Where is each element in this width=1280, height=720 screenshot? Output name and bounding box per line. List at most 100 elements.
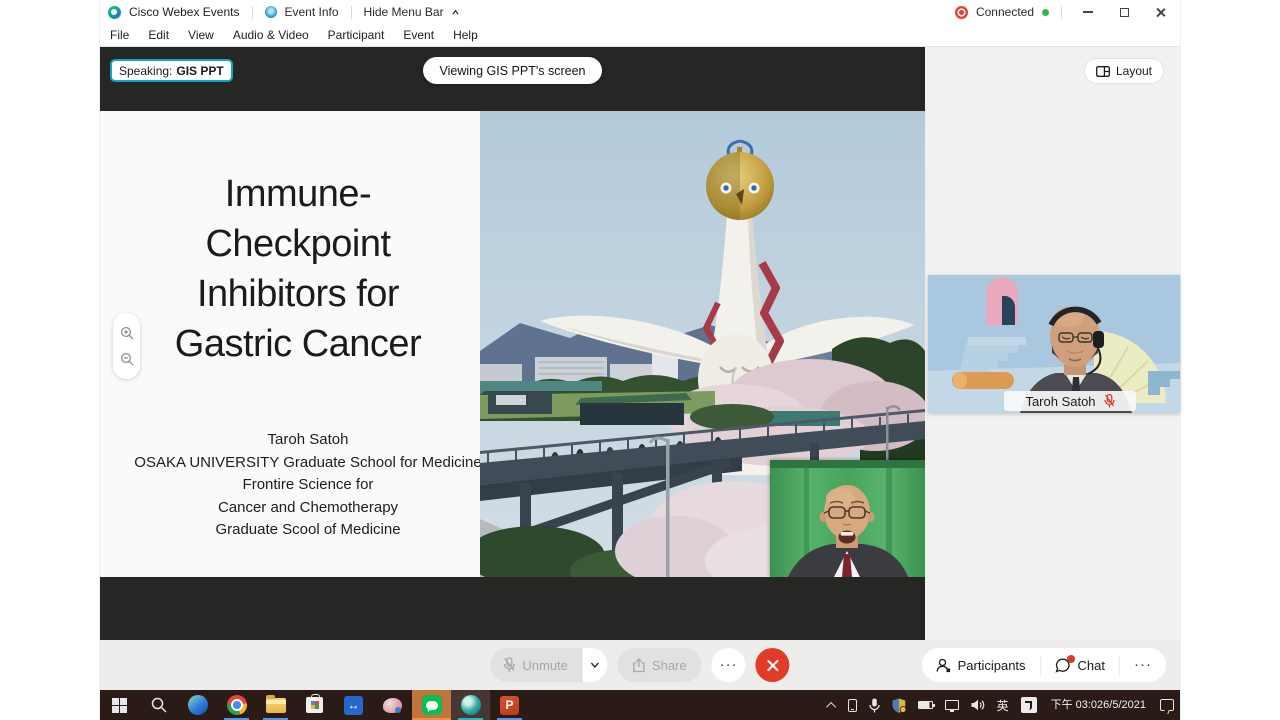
taskbar-teamviewer[interactable]: ↔ [334, 690, 373, 720]
slide-zoom-controls [113, 313, 140, 379]
powerpoint-icon [500, 696, 519, 715]
leave-meeting-button[interactable] [756, 648, 790, 682]
participants-icon [936, 658, 951, 673]
event-info-link[interactable]: Event Info [285, 5, 339, 19]
layout-grid-icon [1096, 66, 1110, 77]
divider [252, 6, 253, 19]
more-panels-button[interactable]: ··· [1120, 648, 1166, 682]
ellipsis-icon: ··· [720, 660, 738, 670]
ellipsis-icon: ··· [1134, 660, 1152, 670]
tray-volume[interactable] [965, 690, 991, 720]
participant-video-thumbnail[interactable]: Taroh Satoh [928, 275, 1180, 413]
windows-logo-icon [112, 698, 127, 713]
webex-app-icon [461, 695, 481, 715]
unmute-button[interactable]: Unmute [490, 648, 581, 682]
chrome-icon [227, 695, 247, 715]
microphone-icon [869, 698, 880, 713]
meeting-area: Speaking: GIS PPT Viewing GIS PPT's scre… [100, 47, 1180, 640]
panels-pill: Participants Chat ··· [922, 648, 1166, 682]
taskbar-chrome[interactable] [217, 690, 256, 720]
taskbar-paint-app[interactable] [373, 690, 412, 720]
taskbar-powerpoint[interactable] [490, 690, 529, 720]
shield-icon [892, 698, 906, 713]
chevron-up-icon [452, 9, 459, 16]
slide-title-line: Inhibitors for [108, 269, 488, 319]
menu-event[interactable]: Event [403, 28, 434, 42]
menu-file[interactable]: File [110, 28, 129, 42]
close-button[interactable] [1146, 1, 1174, 23]
menu-participant[interactable]: Participant [328, 28, 385, 42]
tray-show-hidden-button[interactable] [823, 690, 842, 720]
app-title: Cisco Webex Events [129, 5, 240, 19]
tray-battery[interactable] [912, 690, 939, 720]
participant-name-bar: Taroh Satoh [1004, 391, 1136, 411]
participant-name: Taroh Satoh [1025, 394, 1095, 409]
zoom-out-icon[interactable] [120, 352, 134, 366]
clock-time: 下午 03:02 [1051, 699, 1104, 712]
tray-your-phone[interactable] [842, 690, 863, 720]
event-info-icon [265, 6, 277, 18]
file-explorer-icon [266, 698, 286, 713]
tray-clock[interactable]: 下午 03:02 6/5/2021 [1043, 690, 1154, 720]
slide-text-block: Immune- Checkpoint Inhibitors for Gastri… [108, 111, 488, 542]
hide-menu-bar-link[interactable]: Hide Menu Bar [364, 5, 444, 19]
shared-screen-stage: Speaking: GIS PPT Viewing GIS PPT's scre… [100, 47, 925, 640]
audio-options-dropdown[interactable] [581, 648, 607, 682]
menu-edit[interactable]: Edit [148, 28, 169, 42]
start-button[interactable] [100, 690, 139, 720]
action-center-button[interactable] [1154, 690, 1180, 720]
tray-network[interactable] [939, 690, 965, 720]
share-button[interactable]: Share [617, 648, 702, 682]
edge-icon [188, 695, 208, 715]
menu-help[interactable]: Help [453, 28, 478, 42]
more-options-button[interactable]: ··· [712, 648, 746, 682]
maximize-button[interactable] [1110, 1, 1138, 23]
clock-date: 6/5/2021 [1103, 699, 1146, 712]
taskbar-line[interactable] [412, 690, 451, 720]
search-icon [151, 697, 167, 713]
divider [1061, 6, 1062, 19]
desktop-canvas: Cisco Webex Events Event Info Hide Menu … [0, 0, 1280, 720]
menu-view[interactable]: View [188, 28, 214, 42]
presenter-webcam-video [770, 460, 925, 577]
unmute-button-group: Unmute [490, 648, 607, 682]
tray-ime-language[interactable]: 英 [991, 690, 1015, 720]
participants-button[interactable]: Participants [922, 648, 1040, 682]
speaker-icon [971, 699, 985, 711]
center-controls: Unmute Share ··· [490, 648, 789, 682]
minimize-icon [1083, 11, 1093, 13]
chat-notification-dot [1067, 655, 1075, 663]
teamviewer-icon: ↔ [344, 696, 363, 715]
chat-button[interactable]: Chat [1041, 648, 1119, 682]
taskbar-file-explorer[interactable] [256, 690, 295, 720]
speaking-label: Speaking: [119, 64, 172, 78]
menu-audio-video[interactable]: Audio & Video [233, 28, 309, 42]
share-label: Share [652, 658, 687, 673]
search-button[interactable] [139, 690, 178, 720]
chat-label: Chat [1078, 658, 1105, 673]
maximize-icon [1120, 8, 1129, 17]
zoom-in-icon[interactable] [120, 326, 134, 340]
phone-icon [848, 699, 857, 712]
notification-icon [1160, 699, 1174, 711]
right-controls: Participants Chat ··· [922, 648, 1166, 682]
speaking-name: GIS PPT [176, 64, 223, 78]
meeting-control-bar: Unmute Share ··· [100, 640, 1180, 690]
taskbar-webex[interactable] [451, 690, 490, 720]
taskbar-edge[interactable] [178, 690, 217, 720]
minimize-button[interactable] [1074, 1, 1102, 23]
slide-title-line: Checkpoint [108, 219, 488, 269]
slide-author-line: Cancer and Chemotherapy [128, 497, 488, 520]
share-icon [632, 658, 645, 673]
divider [351, 6, 352, 19]
slide-title-line: Immune- [108, 169, 488, 219]
taskbar-microsoft-store[interactable] [295, 690, 334, 720]
layout-button[interactable]: Layout [1084, 58, 1164, 84]
tray-ime-mode[interactable] [1015, 690, 1043, 720]
tray-microphone[interactable] [863, 690, 886, 720]
tray-defender[interactable] [886, 690, 912, 720]
line-icon [422, 695, 442, 715]
layout-button-label: Layout [1116, 64, 1152, 78]
titlebar-left: Cisco Webex Events Event Info Hide Menu … [100, 5, 459, 19]
muted-mic-icon [1104, 394, 1115, 408]
